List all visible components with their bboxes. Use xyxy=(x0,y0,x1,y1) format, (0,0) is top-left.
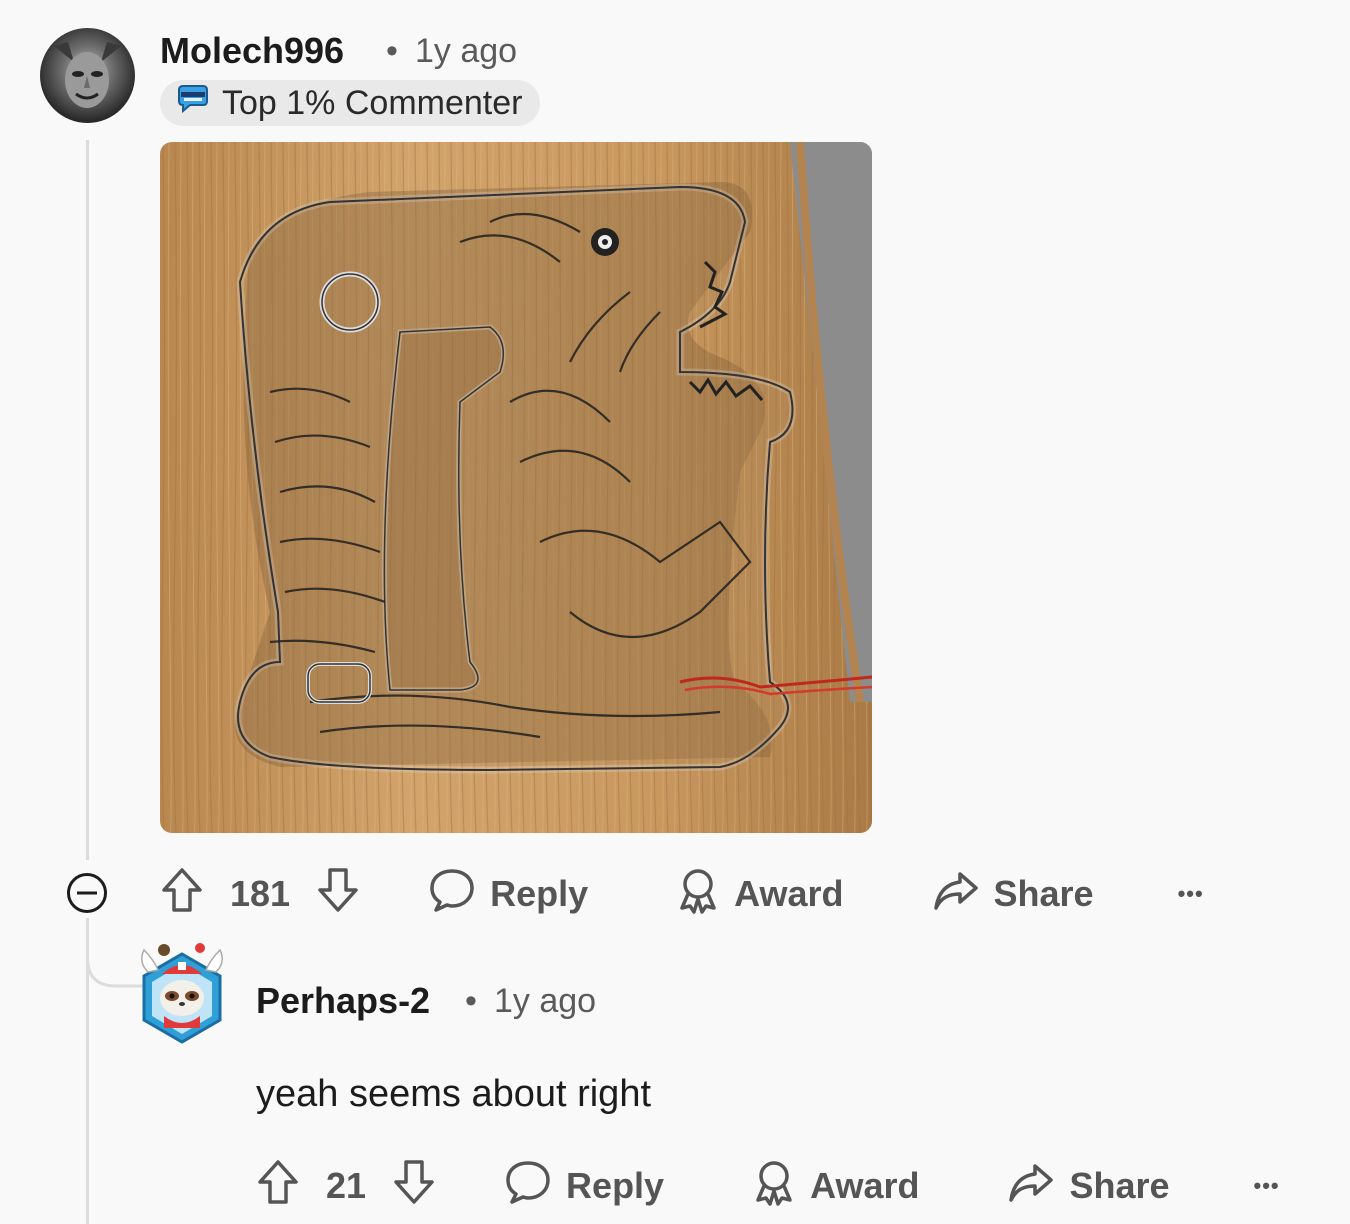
comment-age[interactable]: 1y ago xyxy=(415,32,517,71)
comment-actions: 181 Reply Award Share ••• xyxy=(160,866,1204,922)
award-label: Award xyxy=(810,1165,920,1206)
reply-icon xyxy=(428,867,476,922)
comment-actions: 21 Reply Award Share ••• xyxy=(256,1158,1280,1214)
more-options-button[interactable]: ••• xyxy=(1178,881,1204,907)
flair-label: Top 1% Commenter xyxy=(222,83,523,122)
meta-separator: • xyxy=(386,32,398,70)
meta-separator: • xyxy=(465,982,477,1020)
award-icon xyxy=(676,866,720,923)
share-icon xyxy=(1007,1160,1055,1213)
user-flair: Top 1% Commenter xyxy=(160,80,541,126)
reply-label: Reply xyxy=(566,1165,665,1206)
collapse-icon xyxy=(67,873,107,913)
award-label: Award xyxy=(734,873,844,914)
commenter-badge-icon xyxy=(176,84,210,123)
avatar[interactable] xyxy=(40,28,135,123)
vote-score: 21 xyxy=(326,1165,367,1206)
comment-body: yeah seems about right xyxy=(256,1073,652,1115)
downvote-icon[interactable] xyxy=(392,1158,436,1215)
award-button[interactable]: Award xyxy=(752,1158,919,1215)
share-icon xyxy=(932,868,980,921)
share-label: Share xyxy=(993,873,1094,914)
more-options-button[interactable]: ••• xyxy=(1254,1173,1280,1199)
vote-group: 21 xyxy=(256,1158,436,1215)
share-button[interactable]: Share xyxy=(932,868,1094,921)
vote-group: 181 xyxy=(160,866,360,923)
thread-line xyxy=(86,140,89,860)
vote-score: 181 xyxy=(230,873,291,914)
collapse-thread-button[interactable] xyxy=(66,872,108,914)
comment-image[interactable] xyxy=(160,142,872,833)
comment-author[interactable]: Molech996 xyxy=(160,30,344,72)
share-button[interactable]: Share xyxy=(1007,1160,1170,1213)
downvote-icon[interactable] xyxy=(316,866,360,923)
avatar[interactable] xyxy=(134,942,230,1048)
upvote-icon[interactable] xyxy=(160,866,204,923)
award-button[interactable]: Award xyxy=(676,866,844,923)
more-icon: ••• xyxy=(1177,881,1204,906)
reply-label: Reply xyxy=(490,873,589,914)
reply-icon xyxy=(504,1159,552,1214)
award-icon xyxy=(752,1158,796,1215)
more-icon: ••• xyxy=(1253,1173,1280,1198)
upvote-icon[interactable] xyxy=(256,1158,300,1215)
comment-age[interactable]: 1y ago xyxy=(494,982,596,1021)
reply-button[interactable]: Reply xyxy=(428,867,588,922)
share-label: Share xyxy=(1069,1165,1170,1206)
comment-author[interactable]: Perhaps-2 xyxy=(256,980,430,1022)
reply-button[interactable]: Reply xyxy=(504,1159,664,1214)
